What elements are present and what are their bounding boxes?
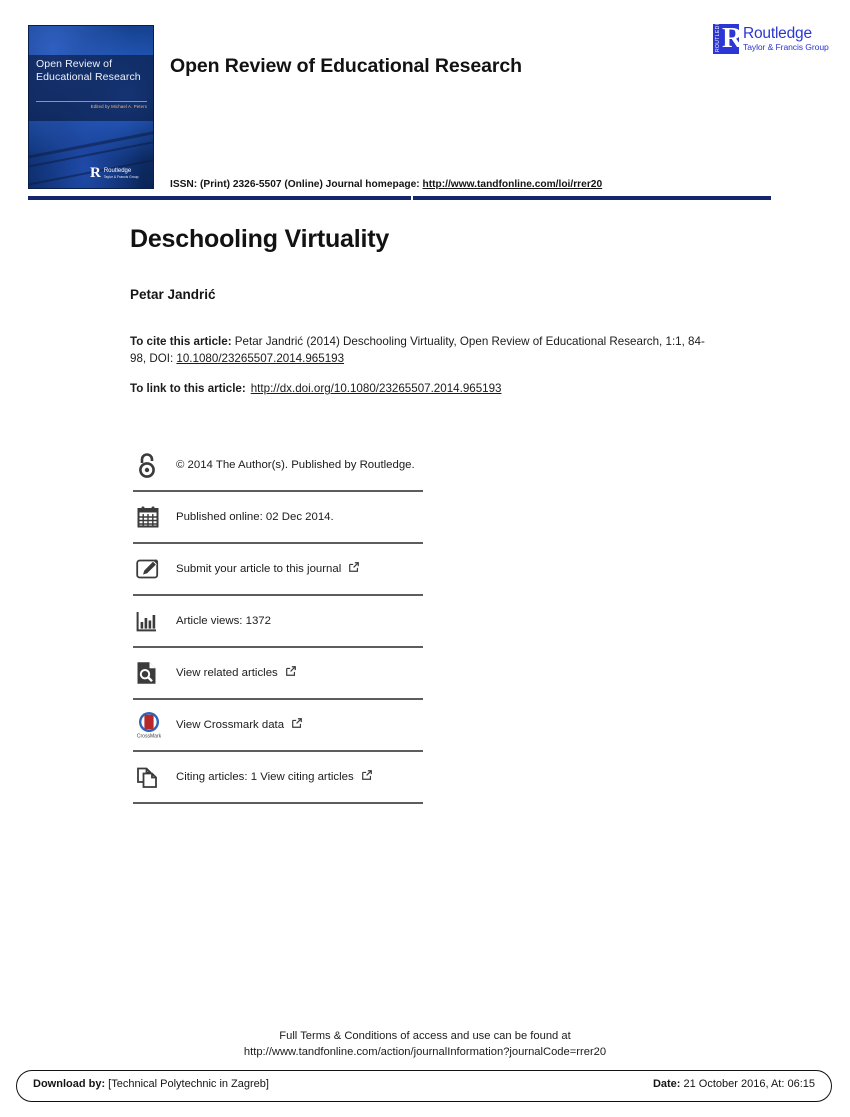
download-info-bar: Download by: [Technical Polytechnic in Z… bbox=[16, 1070, 832, 1102]
download-by-label: Download by: bbox=[33, 1078, 106, 1090]
download-date-label: Date: bbox=[652, 1078, 681, 1090]
svg-text:CrossMark: CrossMark bbox=[137, 734, 162, 740]
terms-and-conditions: Full Terms & Conditions of access and us… bbox=[0, 1028, 850, 1060]
cover-divider bbox=[36, 101, 147, 102]
issn-text: ISSN: (Print) 2326-5507 (Online) Journal… bbox=[170, 179, 420, 190]
crossmark-icon[interactable]: CrossMark bbox=[133, 710, 176, 740]
header-divider-gap bbox=[411, 196, 413, 200]
view-related-articles-icon[interactable] bbox=[133, 661, 176, 685]
cover-publisher-name: Routledge bbox=[103, 167, 132, 174]
journal-homepage-link[interactable]: http://www.tandfonline.com/loi/rrer20 bbox=[423, 179, 603, 190]
article-views-icon bbox=[133, 611, 176, 632]
link-block: To link to this article: http://dx.doi.or… bbox=[130, 381, 502, 398]
external-link-icon[interactable] bbox=[361, 769, 373, 785]
header-divider bbox=[28, 196, 771, 200]
download-date: Date: 21 October 2016, At: 06:15 bbox=[653, 1078, 815, 1090]
terms-line-2: http://www.tandfonline.com/action/journa… bbox=[243, 1046, 607, 1058]
doi-link[interactable]: 10.1080/23265507.2014.965193 bbox=[176, 352, 344, 365]
article-title: Deschooling Virtuality bbox=[130, 225, 390, 253]
metadata-row-open-access: © 2014 The Author(s). Published by Routl… bbox=[133, 440, 423, 490]
terms-line-1: Full Terms & Conditions of access and us… bbox=[279, 1030, 571, 1042]
metadata-label[interactable]: View Crossmark data bbox=[176, 717, 303, 733]
metadata-label[interactable]: Citing articles: 1 View citing articles bbox=[176, 769, 373, 785]
cover-editor: Edited by Michael A. Peters bbox=[90, 104, 147, 109]
metadata-label: © 2014 The Author(s). Published by Routl… bbox=[176, 459, 415, 471]
calendar-icon bbox=[133, 505, 176, 529]
routledge-name: Routledge bbox=[743, 25, 812, 42]
submit-article-icon[interactable] bbox=[133, 558, 176, 580]
routledge-logo: ROUTLEDGE R Routledge Taylor & Francis G… bbox=[713, 17, 837, 58]
crossmark-label: View Crossmark data bbox=[176, 719, 285, 731]
metadata-row-crossmark[interactable]: CrossMark View Crossmark data bbox=[133, 700, 423, 750]
article-author: Petar Jandrić bbox=[130, 287, 216, 302]
download-by: Download by: [Technical Polytechnic in Z… bbox=[33, 1078, 269, 1090]
download-by-value: [Technical Polytechnic in Zagreb] bbox=[105, 1078, 269, 1090]
download-date-value: 21 October 2016, At: 06:15 bbox=[680, 1078, 816, 1090]
article-metadata-list: © 2014 The Author(s). Published by Routl… bbox=[133, 440, 423, 804]
routledge-subtitle: Taylor & Francis Group bbox=[743, 42, 829, 52]
cover-title: Open Review of Educational Research bbox=[36, 58, 141, 83]
cover-publisher-initial: R bbox=[90, 165, 101, 181]
doi-url-link[interactable]: http://dx.doi.org/10.1080/23265507.2014.… bbox=[251, 382, 502, 395]
open-access-icon bbox=[133, 452, 176, 478]
metadata-row-published-online: Published online: 02 Dec 2014. bbox=[133, 492, 423, 542]
metadata-row-related-articles[interactable]: View related articles bbox=[133, 648, 423, 698]
journal-title: Open Review of Educational Research bbox=[170, 55, 522, 77]
metadata-label[interactable]: Submit your article to this journal bbox=[176, 561, 360, 577]
cite-label: To cite this article: bbox=[130, 335, 232, 348]
metadata-label: Article views: 1372 bbox=[176, 615, 271, 627]
submit-article-label: Submit your article to this journal bbox=[176, 563, 342, 575]
cover-publisher-logo: R Routledge Taylor & Francis Group bbox=[90, 165, 148, 182]
routledge-initial: R bbox=[722, 22, 743, 54]
external-link-icon[interactable] bbox=[348, 561, 360, 577]
external-link-icon[interactable] bbox=[291, 717, 303, 733]
citation-block: To cite this article: Petar Jandrić (201… bbox=[130, 334, 705, 367]
metadata-row-submit-article[interactable]: Submit your article to this journal bbox=[133, 544, 423, 594]
link-label: To link to this article: bbox=[130, 382, 246, 395]
metadata-divider bbox=[133, 802, 423, 804]
metadata-label[interactable]: View related articles bbox=[176, 665, 297, 681]
metadata-row-article-views: Article views: 1372 bbox=[133, 596, 423, 646]
journal-cover-image: Open Review of Educational Research Edit… bbox=[28, 25, 154, 189]
cover-publisher-sub: Taylor & Francis Group bbox=[103, 174, 139, 179]
routledge-mark-icon: ROUTLEDGE R bbox=[713, 17, 743, 54]
issn-line: ISSN: (Print) 2326-5507 (Online) Journal… bbox=[170, 179, 602, 190]
external-link-icon[interactable] bbox=[285, 665, 297, 681]
citing-articles-icon[interactable] bbox=[133, 765, 176, 790]
journal-header: Open Review of Educational Research Edit… bbox=[0, 0, 850, 205]
citing-articles-label: Citing articles: 1 View citing articles bbox=[176, 771, 354, 783]
related-articles-label: View related articles bbox=[176, 667, 278, 679]
metadata-label: Published online: 02 Dec 2014. bbox=[176, 511, 334, 523]
metadata-row-citing-articles[interactable]: Citing articles: 1 View citing articles bbox=[133, 752, 423, 802]
